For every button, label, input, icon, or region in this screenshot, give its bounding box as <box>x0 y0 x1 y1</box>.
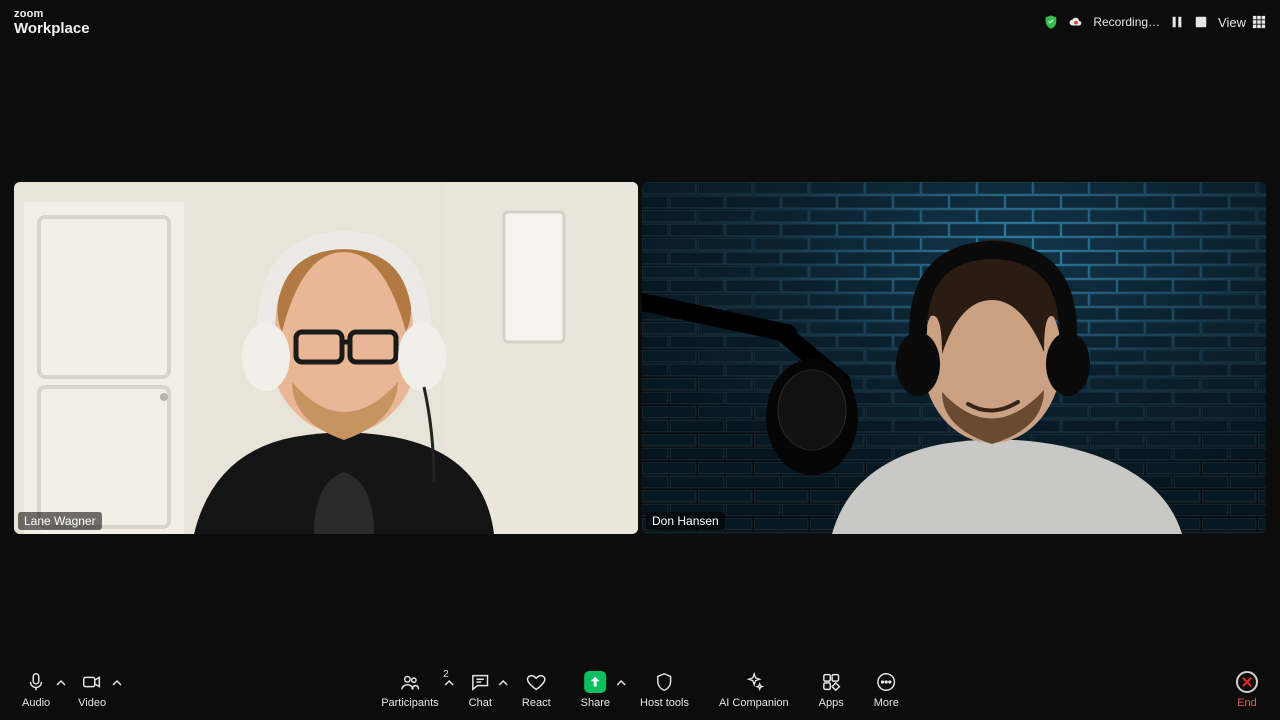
apps-icon <box>820 671 842 693</box>
audio-button[interactable]: Audio <box>22 671 50 709</box>
chat-button[interactable]: Chat <box>469 671 492 709</box>
participant-video <box>642 182 1266 534</box>
cloud-record-icon <box>1069 15 1083 29</box>
end-label: End <box>1237 697 1257 709</box>
react-label: React <box>522 697 551 709</box>
participant-video <box>14 182 638 534</box>
end-button[interactable]: End <box>1236 671 1258 709</box>
recording-label: Recording… <box>1093 15 1160 29</box>
apps-button[interactable]: Apps <box>819 671 844 709</box>
chat-label: Chat <box>469 697 492 709</box>
brand: zoom Workplace <box>14 9 90 36</box>
view-menu-button[interactable]: View <box>1218 15 1266 30</box>
video-tile[interactable]: Lane Wagner <box>14 182 638 534</box>
heart-icon <box>525 671 547 693</box>
brand-zoom: zoom <box>14 9 90 20</box>
video-caret-button[interactable] <box>112 675 122 685</box>
participant-name-tag: Lane Wagner <box>18 512 102 530</box>
participant-name-tag: Don Hansen <box>646 512 725 530</box>
audio-caret-button[interactable] <box>56 675 66 685</box>
video-tile[interactable]: Don Hansen <box>642 182 1266 534</box>
video-stage: Lane Wagner <box>14 182 1266 534</box>
video-label: Video <box>78 697 106 709</box>
shield-icon <box>653 671 675 693</box>
video-button[interactable]: Video <box>78 671 106 709</box>
pause-recording-button[interactable] <box>1170 15 1184 29</box>
stop-recording-button[interactable] <box>1194 15 1208 29</box>
brand-workplace: Workplace <box>14 21 90 36</box>
more-button[interactable]: More <box>874 671 899 709</box>
people-icon <box>399 671 421 693</box>
more-label: More <box>874 697 899 709</box>
chat-icon <box>469 671 491 693</box>
share-screen-icon <box>584 671 606 693</box>
top-bar: zoom Workplace Recording… View <box>0 0 1280 44</box>
sparkle-icon <box>743 671 765 693</box>
shield-check-icon[interactable] <box>1043 14 1059 30</box>
end-call-icon <box>1236 671 1258 693</box>
grid-icon <box>1252 15 1266 29</box>
camera-icon <box>81 671 103 693</box>
host-tools-label: Host tools <box>640 697 689 709</box>
ai-companion-label: AI Companion <box>719 697 789 709</box>
share-button[interactable]: Share <box>581 671 610 709</box>
view-label: View <box>1218 15 1246 30</box>
microphone-icon <box>25 671 47 693</box>
bottom-toolbar: Audio Video 2 Participants Chat <box>0 664 1280 720</box>
more-icon <box>875 671 897 693</box>
ai-companion-button[interactable]: AI Companion <box>719 671 789 709</box>
audio-label: Audio <box>22 697 50 709</box>
share-caret-button[interactable] <box>616 675 626 685</box>
share-label: Share <box>581 697 610 709</box>
host-tools-button[interactable]: Host tools <box>640 671 689 709</box>
apps-label: Apps <box>819 697 844 709</box>
participants-label: Participants <box>381 697 438 709</box>
participants-button[interactable]: 2 Participants <box>381 671 438 709</box>
chat-caret-button[interactable] <box>498 675 508 685</box>
react-button[interactable]: React <box>522 671 551 709</box>
top-right-controls: Recording… View <box>1043 14 1266 30</box>
participants-caret-button[interactable] <box>445 675 455 685</box>
